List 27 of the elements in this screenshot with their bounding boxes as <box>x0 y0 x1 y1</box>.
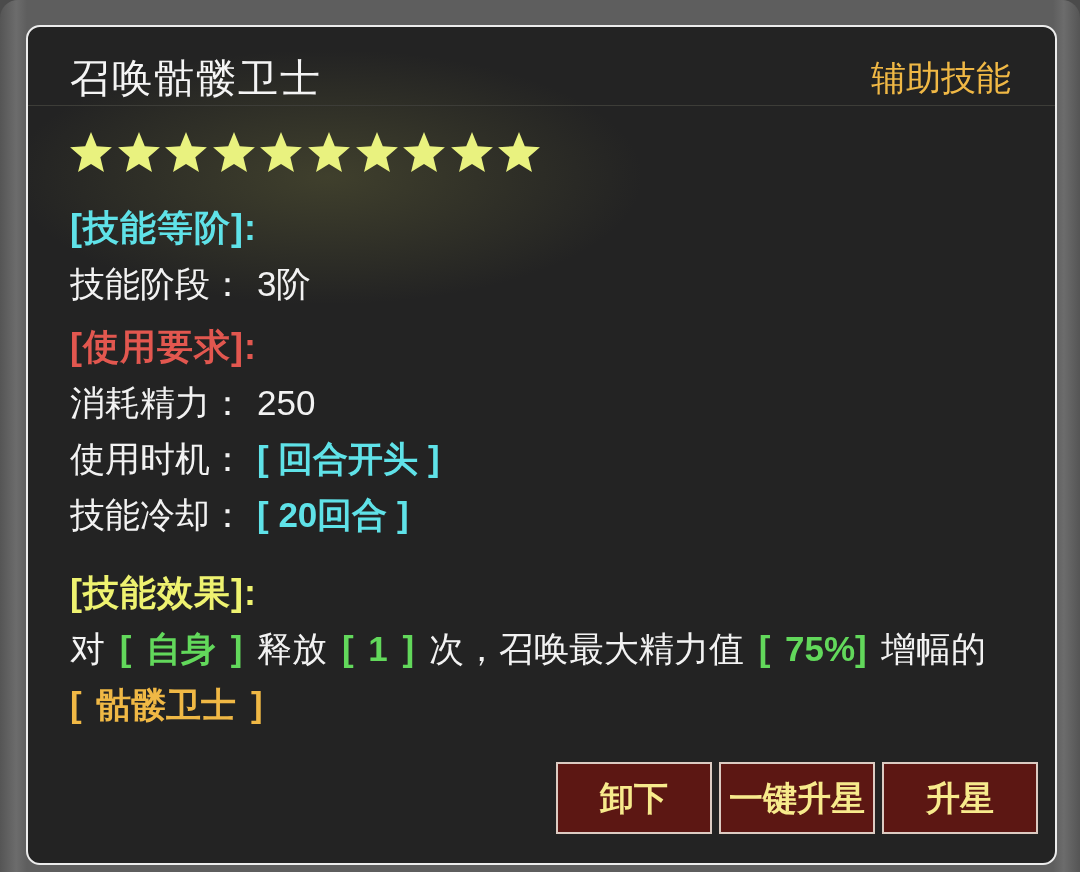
star-icon <box>403 132 446 172</box>
star-icon <box>70 132 112 172</box>
section-heading: [使用要求]: <box>70 325 258 369</box>
stat-value: [ 回合开头 ] <box>257 438 440 480</box>
star-icon <box>117 132 160 172</box>
action-button[interactable]: 升星 <box>882 762 1038 834</box>
action-button[interactable]: 一键升星 <box>719 762 875 834</box>
stat-label: 技能阶段： <box>70 263 245 305</box>
stat-label: 技能冷却： <box>70 494 245 536</box>
star-icon <box>498 132 541 172</box>
star-icon <box>355 132 398 172</box>
stat-label: 消耗精力： <box>70 382 245 424</box>
star-icon <box>260 132 303 172</box>
section-heading: [技能效果]: <box>70 571 258 615</box>
stat-value: 3阶 <box>257 263 312 305</box>
section-heading: [技能等阶]: <box>70 206 258 250</box>
stat-value: [ 20回合 ] <box>257 494 409 536</box>
star-icon <box>307 132 350 172</box>
stat-label: 使用时机： <box>70 438 245 480</box>
star-icon <box>165 132 208 172</box>
skill-title: 召唤骷髅卫士 <box>70 55 322 101</box>
star-icon <box>450 132 493 172</box>
effect-description: 对 [ 自身 ] 释放 [ 1 ] 次，召唤最大精力值 [ 75%] 增幅的 [ 骷髅卫士 ] <box>70 628 988 726</box>
action-button[interactable]: 卸下 <box>556 762 712 834</box>
star-icon <box>212 132 255 172</box>
skill-type-label: 辅助技能 <box>871 57 1011 99</box>
stat-value: 250 <box>257 382 316 424</box>
